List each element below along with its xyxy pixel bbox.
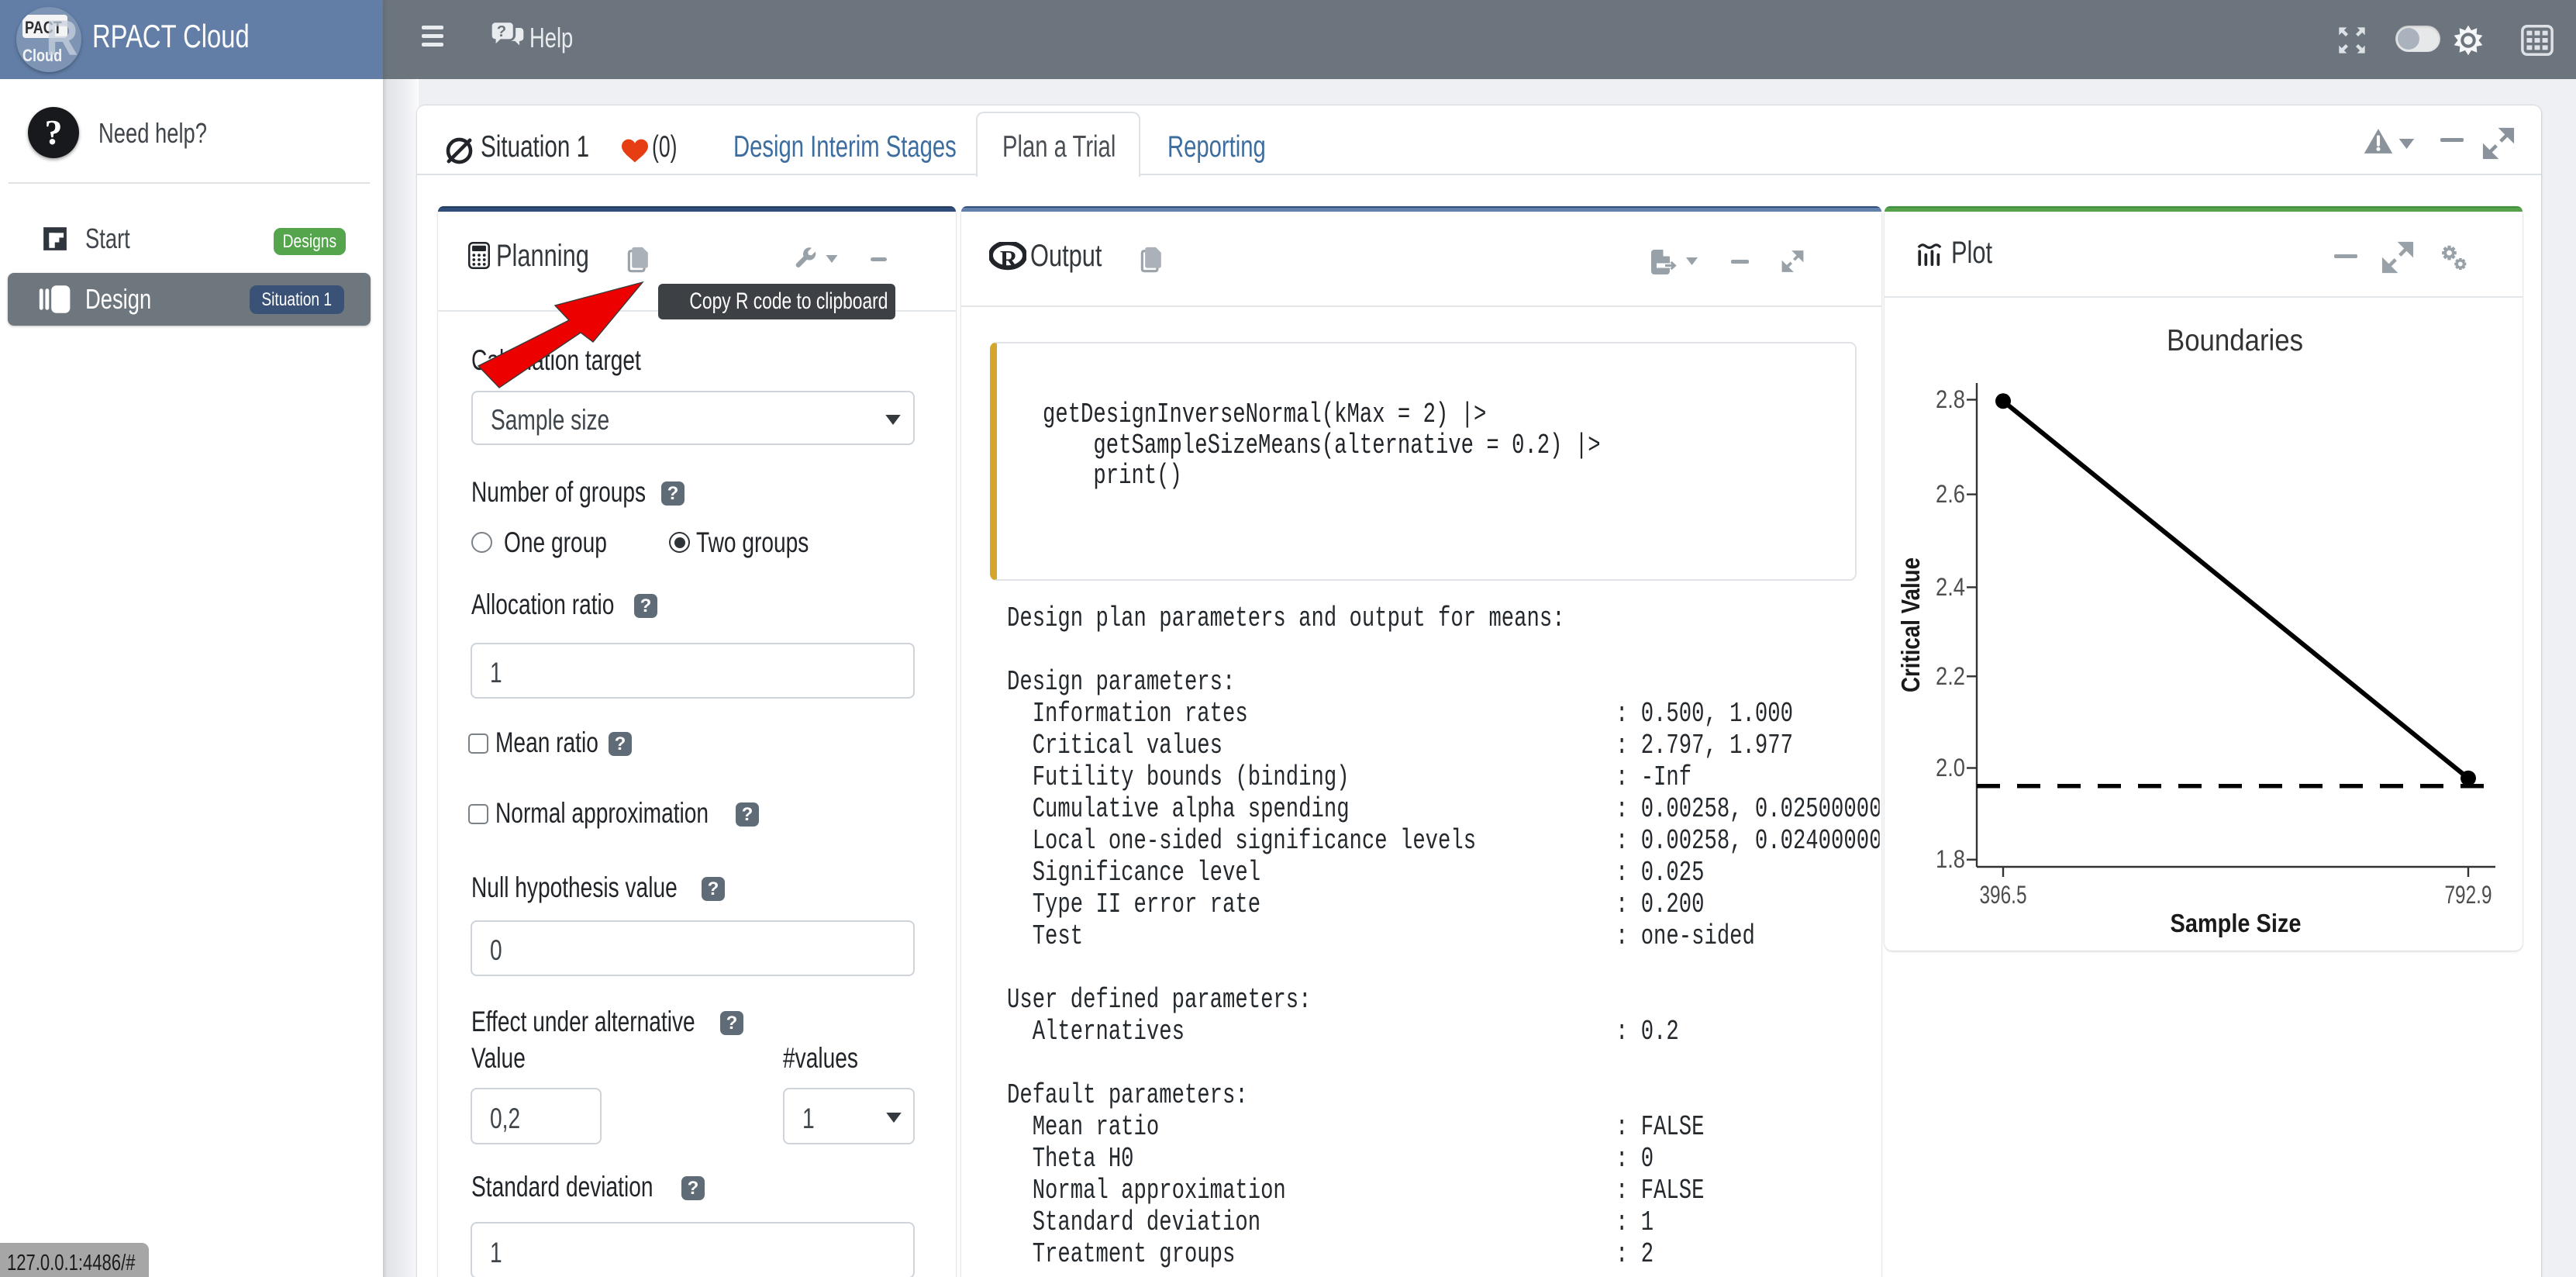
svg-text:2.6: 2.6 (1936, 480, 1965, 508)
svg-text:2.0: 2.0 (1936, 754, 1965, 782)
svg-text:1.8: 1.8 (1936, 845, 1965, 873)
svg-text:?: ? (497, 23, 506, 40)
svg-text:792.9: 792.9 (2445, 881, 2492, 909)
svg-text:R: R (1000, 245, 1019, 271)
svg-text:Boundaries: Boundaries (2167, 324, 2303, 357)
svg-text:Critical Value: Critical Value (1896, 557, 1925, 692)
svg-text:2.4: 2.4 (1936, 573, 1965, 601)
svg-text:2.2: 2.2 (1936, 662, 1965, 690)
svg-text:2.8: 2.8 (1936, 385, 1965, 413)
svg-text:396.5: 396.5 (1980, 881, 2027, 909)
svg-text:Sample Size: Sample Size (2171, 909, 2302, 937)
